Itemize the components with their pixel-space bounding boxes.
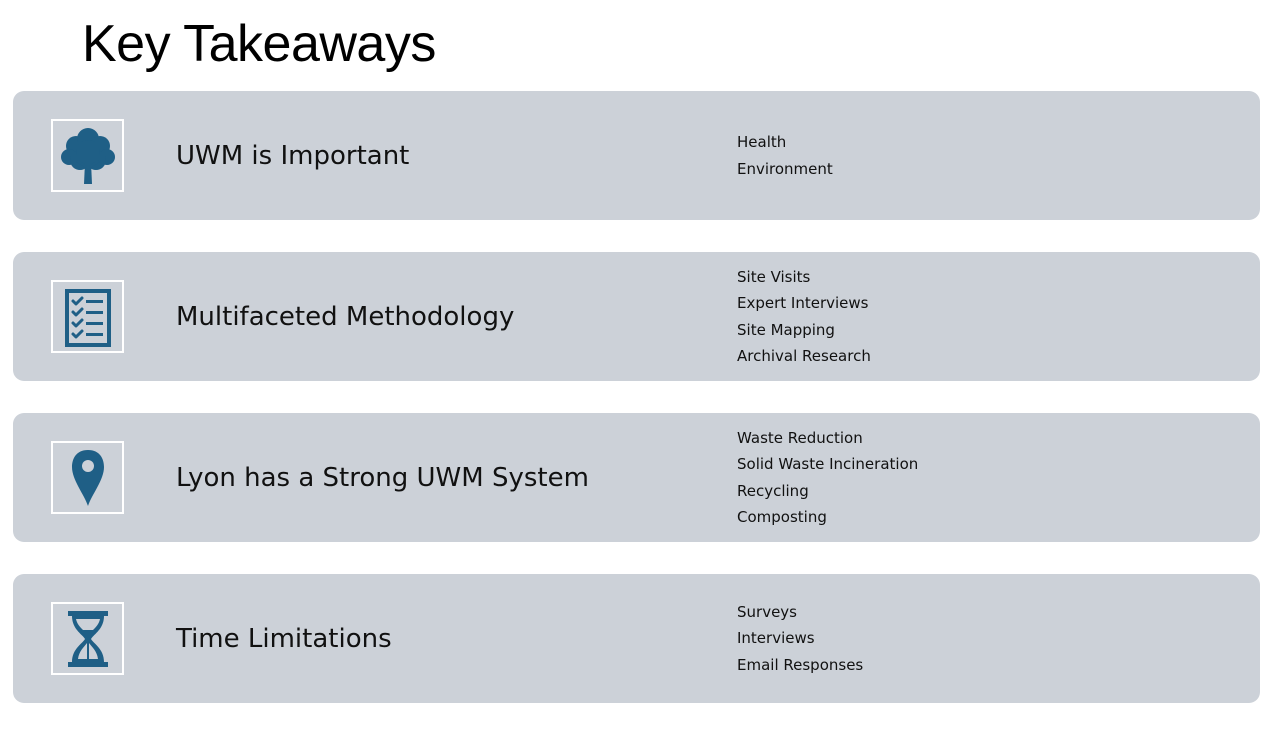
list-item: Interviews [737, 629, 815, 648]
list-item: Surveys [737, 602, 797, 621]
card-title: Time Limitations [176, 623, 392, 654]
card-title: UWM is Important [176, 140, 410, 171]
list-item: Recycling [737, 481, 809, 500]
list-item: Expert Interviews [737, 294, 869, 312]
takeaway-card-lyon-system: Lyon has a Strong UWM System Waste Reduc… [13, 413, 1260, 542]
hourglass-icon [67, 610, 108, 667]
card-detail-list: Site Visits Expert Interviews Site Mappi… [737, 252, 871, 381]
list-item: Health [737, 133, 787, 151]
list-item: Composting [737, 508, 827, 526]
list-item: Email Responses [737, 655, 864, 674]
list-item: Waste Reduction [737, 428, 863, 447]
list-item: Site Mapping [737, 320, 835, 339]
icon-frame [51, 441, 124, 514]
takeaway-card-time-limitations: Time Limitations Surveys Interviews Emai… [13, 574, 1260, 703]
slide-title: Key Takeaways [82, 15, 436, 73]
card-detail-list: Waste Reduction Solid Waste Incineration… [737, 413, 918, 542]
takeaway-card-uwm-important: UWM is Important Health Environment [13, 91, 1260, 220]
map-pin-icon [71, 449, 104, 506]
card-title: Multifaceted Methodology [176, 301, 515, 332]
takeaway-list: UWM is Important Health Environment Mult… [13, 91, 1260, 735]
card-detail-list: Surveys Interviews Email Responses [737, 574, 863, 703]
checklist-icon [64, 288, 111, 347]
card-detail-list: Health Environment [737, 91, 833, 220]
card-title: Lyon has a Strong UWM System [176, 462, 589, 493]
list-item: Archival Research [737, 347, 871, 365]
tree-icon [60, 127, 115, 184]
takeaway-card-methodology: Multifaceted Methodology Site Visits Exp… [13, 252, 1260, 381]
icon-frame [51, 602, 124, 675]
list-item: Environment [737, 159, 833, 178]
icon-frame [51, 280, 124, 353]
list-item: Solid Waste Incineration [737, 455, 919, 473]
icon-frame [51, 119, 124, 192]
list-item: Site Visits [737, 267, 811, 286]
